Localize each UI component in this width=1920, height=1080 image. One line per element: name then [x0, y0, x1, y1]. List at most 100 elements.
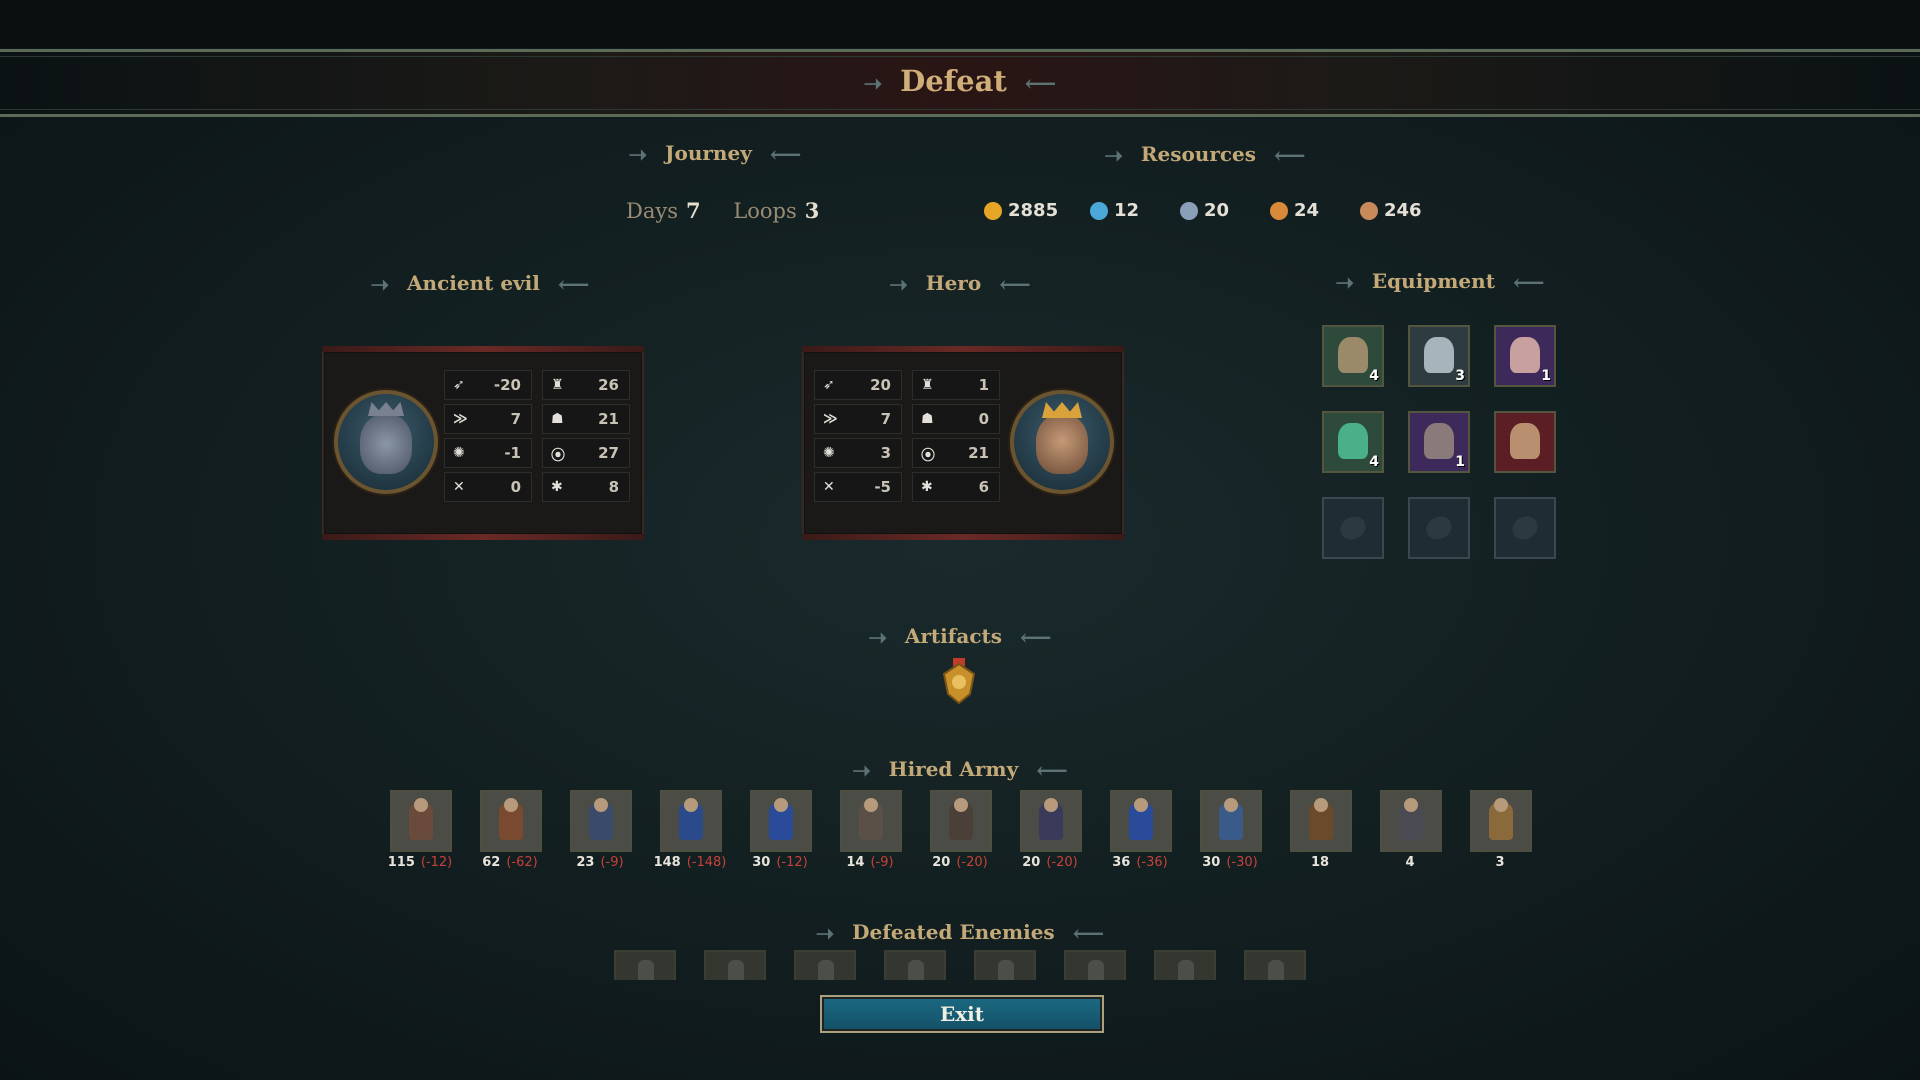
top-band	[0, 0, 1920, 48]
ore-icon	[1180, 202, 1198, 220]
stat-cell: ☗ 21	[542, 404, 630, 434]
army-unit-card[interactable]	[390, 790, 452, 852]
empty-equipment-slot[interactable]	[1322, 497, 1384, 559]
amulet-artifact-icon[interactable]	[940, 658, 978, 704]
defeated-enemy-card[interactable]	[974, 950, 1036, 980]
stat-cell: ☗ 0	[912, 404, 1000, 434]
unit-head-icon	[1044, 798, 1058, 812]
army-unit-card[interactable]	[1200, 790, 1262, 852]
unit-loss: (-30)	[1226, 855, 1258, 870]
hired-army-header: ➝ Hired Army ⟵	[852, 757, 1068, 784]
equipment-slot-helmet[interactable]: 4	[1322, 325, 1384, 387]
days-value: 7	[686, 198, 701, 223]
unit-head-icon	[684, 798, 698, 812]
empty-equipment-slot[interactable]	[1494, 497, 1556, 559]
stat-value: 1	[978, 376, 989, 394]
unit-count: 14	[846, 855, 865, 870]
equipment-slot-gauntlets[interactable]: 1	[1494, 325, 1556, 387]
unit-loss: (-9)	[870, 855, 894, 870]
army-unit-card[interactable]	[1470, 790, 1532, 852]
unit-head-icon	[1314, 798, 1328, 812]
resource-item: 20	[1180, 197, 1229, 225]
unit-count: 30	[752, 855, 771, 870]
resource-value: 246	[1384, 200, 1422, 221]
journey-header: ➝ Journey ⟵	[628, 141, 802, 168]
shield-icon	[1424, 423, 1454, 459]
stat-cell: ✺ 3	[814, 438, 902, 468]
unit-head-icon	[954, 798, 968, 812]
hero-panel: ➶ 20 ≫ 7 ✺ 3 ✕ -5 ♜ 1 ☗ 0 ⦿ 21 ✱ 6	[802, 346, 1124, 540]
magic-icon: ✱	[551, 479, 563, 495]
wood-icon	[1270, 202, 1288, 220]
unit-loss: (-20)	[1046, 855, 1078, 870]
equipment-slot-shield[interactable]: 1	[1408, 411, 1470, 473]
ancient-evil-header: ➝ Ancient evil ⟵	[370, 271, 590, 298]
enemy-figure-icon	[1178, 960, 1194, 980]
resource-item: 2885	[984, 197, 1058, 225]
unit-head-icon	[864, 798, 878, 812]
morale-icon: ✺	[453, 445, 465, 461]
stat-cell: ≫ 7	[444, 404, 532, 434]
attack-icon: ➶	[823, 377, 835, 393]
enemy-figure-icon	[998, 960, 1014, 980]
artifacts-header: ➝ Artifacts ⟵	[868, 624, 1052, 651]
knowledge-icon: ☗	[551, 411, 564, 427]
resource-item: 246	[1360, 197, 1422, 225]
resource-value: 24	[1294, 200, 1320, 221]
defeated-enemy-card[interactable]	[794, 950, 856, 980]
unit-count: 148	[653, 855, 681, 870]
defeated-enemy-card[interactable]	[1064, 950, 1126, 980]
army-unit-card[interactable]	[1110, 790, 1172, 852]
left-ornament-icon: ➝	[863, 71, 883, 97]
resources-header: ➝ Resources ⟵	[1104, 142, 1306, 169]
stat-value: 21	[968, 444, 989, 462]
defense-icon: ♜	[551, 377, 564, 393]
unit-head-icon	[1494, 798, 1508, 812]
army-unit-card[interactable]	[840, 790, 902, 852]
food-icon	[1360, 202, 1378, 220]
unit-loss: (-9)	[600, 855, 624, 870]
army-unit-card[interactable]	[480, 790, 542, 852]
empty-equipment-slot[interactable]	[1408, 497, 1470, 559]
spell-power-icon: ⦿	[551, 448, 565, 464]
journey-info: Days 7 Loops 3	[626, 198, 845, 223]
defeated-enemy-card[interactable]	[1154, 950, 1216, 980]
unit-count: 18	[1310, 855, 1330, 870]
stat-cell: ≫ 7	[814, 404, 902, 434]
stat-cell: ⦿ 27	[542, 438, 630, 468]
army-unit-card[interactable]	[1380, 790, 1442, 852]
defeated-enemy-card[interactable]	[704, 950, 766, 980]
morale-icon: ✺	[823, 445, 835, 461]
unit-count: 62	[482, 855, 501, 870]
ancient-evil-portrait	[334, 390, 438, 494]
unit-head-icon	[414, 798, 428, 812]
army-unit-card[interactable]	[750, 790, 812, 852]
unit-head-icon	[1404, 798, 1418, 812]
unit-head-icon	[594, 798, 608, 812]
unit-count: 30	[1202, 855, 1221, 870]
speed-icon: ≫	[453, 411, 468, 427]
army-unit-card[interactable]	[660, 790, 722, 852]
army-unit-card[interactable]	[1290, 790, 1352, 852]
equipment-slot-staff[interactable]: 4	[1322, 411, 1384, 473]
defeated-enemy-card[interactable]	[884, 950, 946, 980]
exit-button[interactable]: Exit	[820, 995, 1104, 1033]
army-unit-card[interactable]	[570, 790, 632, 852]
defeated-enemy-card[interactable]	[1244, 950, 1306, 980]
equipment-slot-chest-armor[interactable]: 3	[1408, 325, 1470, 387]
unit-head-icon	[1224, 798, 1238, 812]
stat-value: 20	[870, 376, 891, 394]
magic-icon: ✱	[921, 479, 933, 495]
chest-armor-icon	[1424, 337, 1454, 373]
stat-cell: ➶ -20	[444, 370, 532, 400]
enemy-figure-icon	[728, 960, 744, 980]
defeated-enemy-card[interactable]	[614, 950, 676, 980]
army-unit-card[interactable]	[1020, 790, 1082, 852]
stat-value: 27	[598, 444, 619, 462]
equipment-slot-amulet[interactable]	[1494, 411, 1556, 473]
enemy-figure-icon	[638, 960, 654, 980]
army-unit-card[interactable]	[930, 790, 992, 852]
luck-icon: ✕	[823, 479, 835, 495]
unit-count: 3	[1495, 855, 1505, 870]
empty-slot-icon	[1422, 511, 1456, 545]
